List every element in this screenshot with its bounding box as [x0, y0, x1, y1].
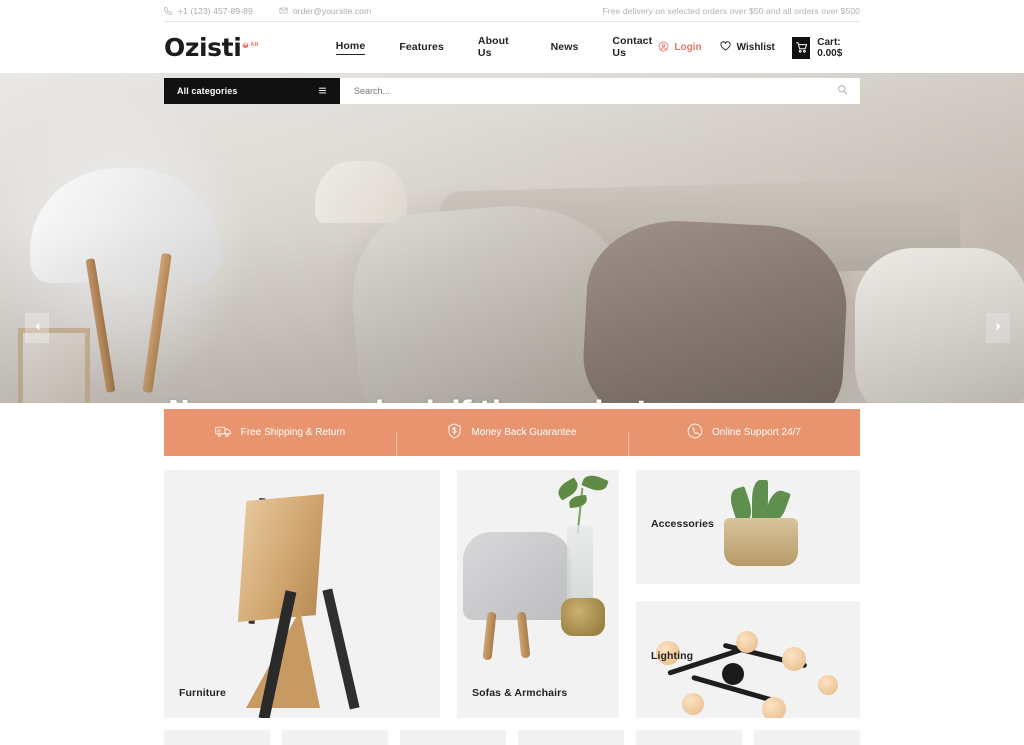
search-field-wrapper: [340, 78, 860, 104]
nav-item-about-us[interactable]: About Us: [478, 35, 517, 61]
search-icon[interactable]: [837, 82, 848, 100]
nav-item-home[interactable]: Home: [335, 40, 366, 55]
plant-leaf-right: [581, 472, 609, 494]
hamburger-icon: [318, 86, 327, 97]
cart-button[interactable]: Cart: 0.00$: [791, 36, 860, 59]
category-grid: Furniture Sofas & Armchairs Accessories: [164, 470, 860, 718]
heart-icon: [719, 40, 732, 55]
armchair-body-shape: [463, 532, 571, 620]
hero-headline: Now you can check if the product fits yo…: [168, 395, 649, 403]
cart-total-label: Cart: 0.00$: [817, 36, 843, 59]
plant-pot-shape: [724, 518, 798, 566]
truck-icon: [215, 424, 232, 442]
phone-icon: [164, 6, 173, 15]
search-input[interactable]: [354, 86, 837, 96]
wishlist-label: Wishlist: [736, 42, 775, 53]
product-card-placeholder[interactable]: [282, 730, 388, 745]
product-card-placeholder[interactable]: [164, 730, 270, 745]
top-bar-contacts: +1 (123) 457-89-89 order@yoursite.com: [164, 6, 371, 16]
hero-next-arrow-button[interactable]: [986, 313, 1010, 343]
user-circle-icon: [658, 41, 669, 55]
vase-glass-shape: [567, 525, 593, 609]
wishlist-button[interactable]: Wishlist: [719, 40, 775, 55]
header-actions: Login Wishlist Cart: 0.00$: [658, 36, 860, 59]
hero-slider: Now you can check if the product fits yo…: [0, 73, 1024, 403]
shield-dollar-icon: [447, 423, 462, 442]
phone-number: +1 (123) 457-89-89: [178, 5, 253, 16]
category-right-column: Accessories Lighting: [636, 470, 860, 718]
category-label-accessories: Accessories: [651, 518, 714, 530]
product-card-placeholder[interactable]: [636, 730, 742, 745]
page-root: +1 (123) 457-89-89 order@yoursite.com Fr…: [0, 0, 1024, 745]
lamp-bulb-2: [736, 631, 758, 653]
email-address: order@yoursite.com: [292, 5, 372, 16]
logo-ar-label: AR: [250, 42, 259, 48]
main-navigation: Home Features About Us News Contact Us: [335, 35, 659, 61]
logo-ar-badge: AR: [242, 36, 259, 54]
envelope-icon: [279, 6, 288, 15]
chevron-right-icon: [993, 319, 1004, 337]
hero-prev-arrow-button[interactable]: [25, 313, 49, 343]
feature-online-support: Online Support 24/7: [628, 423, 860, 460]
plant-leaf-center: [568, 494, 588, 509]
category-card-lighting[interactable]: Lighting: [636, 601, 860, 718]
nav-item-features[interactable]: Features: [399, 41, 444, 55]
site-header: Ozisti AR Home Features About Us News Co…: [0, 22, 1024, 73]
feature-money-back-label: Money Back Guarantee: [471, 427, 577, 438]
cart-icon[interactable]: [791, 36, 811, 59]
category-label-furniture: Furniture: [179, 687, 226, 699]
product-row-placeholder: [164, 730, 860, 745]
site-logo[interactable]: Ozisti AR: [164, 35, 259, 60]
product-card-placeholder[interactable]: [518, 730, 624, 745]
lamp-bulb-4: [682, 693, 704, 715]
category-card-accessories[interactable]: Accessories: [636, 470, 860, 584]
feature-free-shipping-label: Free Shipping & Return: [240, 427, 346, 438]
feature-online-support-label: Online Support 24/7: [712, 427, 801, 438]
hero-headline-line-1: Now you can check if the product: [168, 395, 649, 403]
category-card-sofas-armchairs[interactable]: Sofas & Armchairs: [457, 470, 619, 718]
ar-cube-icon: [242, 36, 249, 54]
top-bar: +1 (123) 457-89-89 order@yoursite.com Fr…: [0, 0, 1024, 21]
all-categories-label: All categories: [177, 86, 238, 96]
lamp-bulb-6: [818, 675, 838, 695]
product-card-placeholder[interactable]: [400, 730, 506, 745]
nav-item-news[interactable]: News: [551, 41, 579, 55]
vase-base-shape: [561, 598, 605, 636]
product-card-placeholder[interactable]: [754, 730, 860, 745]
features-strip: Free Shipping & Return Money Back Guaran…: [164, 409, 860, 460]
delivery-promo-text: Free delivery on selected orders over $5…: [602, 5, 860, 16]
lamp-bulb-3: [782, 647, 806, 671]
email-contact[interactable]: order@yoursite.com: [279, 6, 371, 16]
lamp-bulb-5: [762, 697, 786, 718]
chair-seat-shape: [237, 494, 325, 622]
category-card-furniture[interactable]: Furniture: [164, 470, 440, 718]
all-categories-dropdown[interactable]: All categories: [164, 78, 340, 104]
phone-contact[interactable]: +1 (123) 457-89-89: [164, 6, 253, 16]
search-bar: All categories: [164, 78, 860, 104]
lamp-hub-shape: [722, 663, 744, 685]
feature-money-back: Money Back Guarantee: [396, 423, 628, 460]
login-label: Login: [674, 42, 702, 53]
category-label-sofas-armchairs: Sofas & Armchairs: [472, 687, 568, 699]
feature-free-shipping: Free Shipping & Return: [164, 424, 396, 442]
category-label-lighting: Lighting: [651, 650, 694, 662]
login-button[interactable]: Login: [658, 41, 702, 55]
chevron-left-icon: [32, 319, 43, 337]
logo-wordmark: Ozisti: [164, 33, 242, 62]
nav-item-contact-us[interactable]: Contact Us: [612, 35, 658, 61]
chair-leg-back: [322, 588, 360, 710]
phone-support-icon: [687, 423, 703, 442]
hero-overlay: [0, 73, 1024, 403]
